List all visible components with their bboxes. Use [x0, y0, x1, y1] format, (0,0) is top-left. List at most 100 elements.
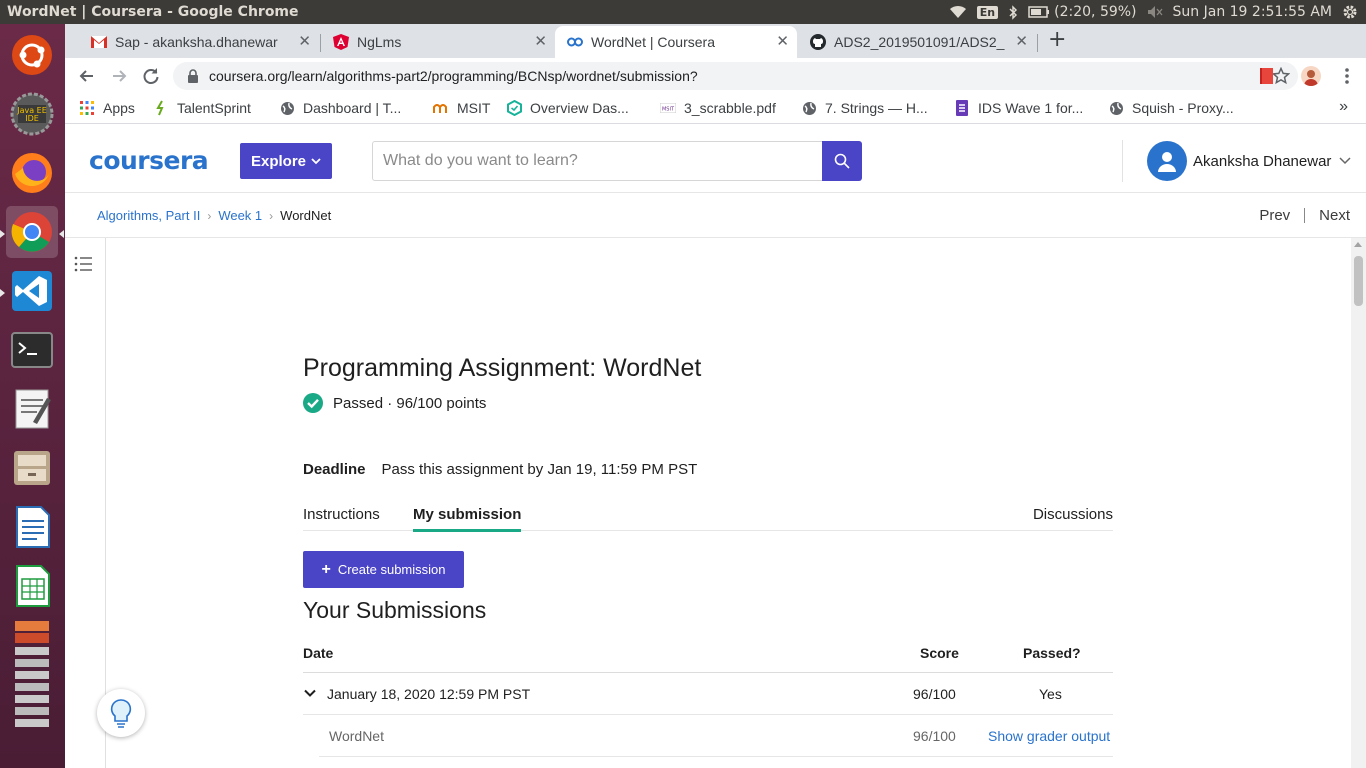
prev-link[interactable]: Prev: [1259, 207, 1290, 224]
check-circle-icon: [303, 393, 323, 413]
scroll-up-arrow-icon[interactable]: [1354, 242, 1362, 247]
breadcrumb-week[interactable]: Week 1: [218, 208, 262, 223]
submissions-table: Date Score Passed? January 18, 2020 12:5…: [303, 638, 1113, 757]
extension-pdf-icon[interactable]: [1257, 66, 1277, 86]
lock-icon[interactable]: [187, 69, 199, 83]
bookmark-scrabble-pdf[interactable]: MSIT 3_scrabble.pdf: [660, 100, 776, 116]
scrollbar-thumb[interactable]: [1354, 256, 1363, 306]
bookmark-label: Apps: [103, 100, 135, 116]
create-submission-button[interactable]: + Create submission: [303, 551, 464, 588]
explore-label: Explore: [250, 152, 307, 170]
bookmark-overview[interactable]: Overview Das...: [506, 100, 629, 116]
bookmark-apps[interactable]: Apps: [79, 100, 135, 116]
page-scrollbar[interactable]: [1351, 238, 1366, 768]
forward-arrow-icon[interactable]: [109, 66, 129, 86]
vscode-icon[interactable]: [6, 265, 58, 317]
submission-passed: Yes: [1039, 686, 1062, 702]
ubuntu-dash-icon[interactable]: [6, 29, 58, 81]
show-grader-output-link[interactable]: Show grader output: [988, 728, 1110, 744]
search-icon: [834, 153, 850, 169]
tab-title: ADS2_2019501091/ADS2_: [834, 34, 1005, 50]
bookmark-squish[interactable]: Squish - Proxy...: [1108, 100, 1234, 116]
unity-launcher: Java EE IDE: [0, 24, 65, 768]
search-button[interactable]: [822, 141, 862, 181]
pdf-icon: MSIT: [660, 100, 676, 116]
profile-avatar-icon[interactable]: [1301, 66, 1321, 86]
keyboard-language-indicator[interactable]: En: [976, 5, 999, 19]
terminal-icon[interactable]: [6, 324, 58, 376]
tab-my-submission[interactable]: My submission: [413, 506, 522, 532]
bluetooth-icon[interactable]: [1008, 4, 1018, 20]
github-icon: [810, 34, 826, 50]
chevron-down-icon: [1339, 157, 1351, 165]
assignment-content: Programming Assignment: WordNet Passed ·…: [106, 238, 1351, 768]
bookmark-label: TalentSprint: [177, 100, 251, 116]
next-link[interactable]: Next: [1319, 207, 1350, 224]
java-ee-ide-icon[interactable]: Java EE IDE: [6, 88, 58, 140]
explore-button[interactable]: Explore: [240, 143, 332, 179]
clock[interactable]: Sun Jan 19 2:51:55 AM: [1173, 4, 1332, 20]
globe-icon: [801, 100, 817, 116]
settings-gear-icon[interactable]: [1342, 4, 1358, 20]
running-indicator: [0, 230, 5, 238]
bookmark-strings[interactable]: 7. Strings — H...: [801, 100, 928, 116]
bookmark-msit[interactable]: MSIT: [433, 100, 490, 116]
help-lightbulb-button[interactable]: [97, 689, 145, 737]
status-text: Passed · 96/100 points: [333, 394, 487, 412]
libreoffice-writer-icon[interactable]: [6, 501, 58, 553]
tab-title: NgLms: [357, 34, 402, 50]
chrome-menu-icon[interactable]: [1337, 66, 1357, 86]
stacked-apps-icon[interactable]: [6, 619, 58, 739]
browser-tab-nglms[interactable]: NgLms ✕: [321, 26, 555, 58]
create-submission-label: Create submission: [337, 562, 446, 577]
tab-discussions[interactable]: Discussions: [1033, 506, 1113, 523]
breadcrumb-current: WordNet: [280, 208, 332, 223]
tab-close-icon[interactable]: ✕: [534, 34, 547, 50]
libreoffice-calc-icon[interactable]: [6, 560, 58, 612]
hexagon-icon: [506, 100, 522, 116]
tab-close-icon[interactable]: ✕: [298, 34, 311, 50]
assignment-tabs: Instructions My submission Discussions: [303, 498, 1113, 532]
apps-grid-icon: [79, 100, 95, 116]
tab-title: WordNet | Coursera: [591, 34, 715, 50]
tab-title: Sap - akanksha.dhanewar: [115, 34, 278, 50]
deadline-label: Deadline: [303, 461, 366, 478]
bookmark-talentsprint[interactable]: TalentSprint: [153, 100, 251, 116]
wifi-icon[interactable]: [949, 5, 967, 19]
browser-tab-coursera[interactable]: WordNet | Coursera ✕: [555, 26, 797, 58]
breadcrumb-course[interactable]: Algorithms, Part II: [97, 208, 200, 223]
tab-close-icon[interactable]: ✕: [1015, 34, 1028, 50]
tab-close-icon[interactable]: ✕: [776, 34, 789, 50]
column-passed: Passed?: [1023, 645, 1081, 661]
angular-icon: [333, 34, 349, 50]
bookmark-ids-wave[interactable]: IDS Wave 1 for...: [954, 100, 1083, 116]
file-manager-icon[interactable]: [6, 442, 58, 494]
volume-muted-icon[interactable]: [1147, 5, 1163, 19]
coursera-logo[interactable]: coursera: [89, 146, 209, 175]
new-tab-button[interactable]: +: [1048, 29, 1066, 51]
user-menu[interactable]: Akanksha Dhanewar: [1147, 141, 1351, 181]
plus-icon: +: [321, 560, 331, 578]
chrome-icon[interactable]: [6, 206, 58, 258]
firefox-icon[interactable]: [6, 147, 58, 199]
search-input[interactable]: What do you want to learn?: [372, 141, 822, 181]
pass-status: Passed · 96/100 points: [303, 393, 486, 413]
text-editor-icon[interactable]: [6, 383, 58, 435]
outline-menu-icon[interactable]: [74, 256, 92, 272]
url-text[interactable]: coursera.org/learn/algorithms-part2/prog…: [209, 68, 698, 84]
bookmark-label: 3_scrabble.pdf: [684, 100, 776, 116]
tab-instructions[interactable]: Instructions: [303, 506, 380, 523]
battery-indicator[interactable]: (2:20, 59%): [1028, 4, 1137, 20]
bookmarks-overflow-icon[interactable]: »: [1339, 98, 1348, 116]
address-bar[interactable]: coursera.org/learn/algorithms-part2/prog…: [173, 62, 1298, 90]
page-title: Programming Assignment: WordNet: [303, 354, 702, 382]
browser-tab-gmail[interactable]: Sap - akanksha.dhanewar ✕: [79, 26, 319, 58]
back-arrow-icon[interactable]: [77, 66, 97, 86]
bookmark-dashboard[interactable]: Dashboard | T...: [279, 100, 401, 116]
bookmark-label: Overview Das...: [530, 100, 629, 116]
browser-tab-github[interactable]: ADS2_2019501091/ADS2_ ✕: [798, 26, 1036, 58]
chevron-down-icon[interactable]: [304, 689, 316, 698]
reload-icon[interactable]: [141, 66, 161, 86]
table-row[interactable]: January 18, 2020 12:59 PM PST 96/100 Yes: [303, 673, 1113, 715]
browser-toolbar: coursera.org/learn/algorithms-part2/prog…: [65, 58, 1366, 94]
